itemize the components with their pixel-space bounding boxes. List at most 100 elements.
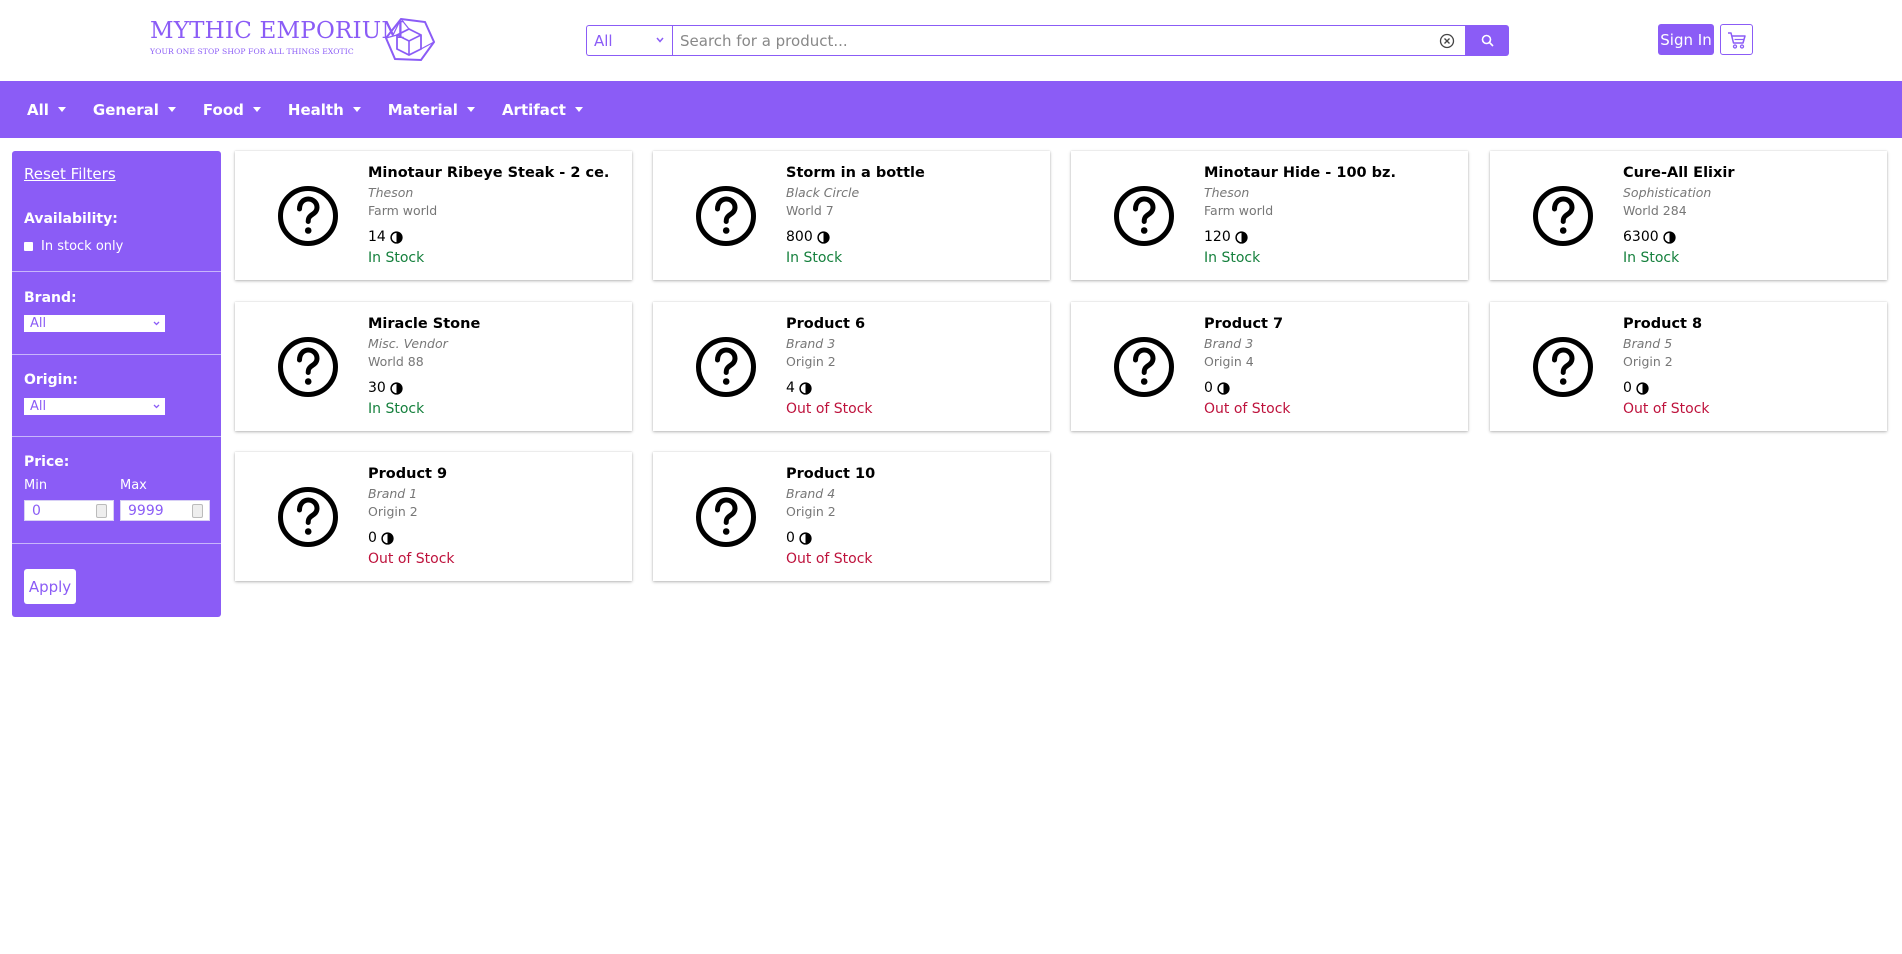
product-name[interactable]: Miracle Stone bbox=[368, 316, 480, 332]
product-price: 4 bbox=[786, 380, 812, 396]
logo-title: MYTHIC EMPORIUM bbox=[150, 18, 406, 44]
caret-down-icon bbox=[352, 107, 361, 112]
product-brand: Brand 4 bbox=[786, 486, 836, 501]
cart-button[interactable] bbox=[1720, 24, 1753, 55]
price-max-label: Max bbox=[120, 478, 147, 493]
product-card[interactable]: Storm in a bottle Black Circle World 7 800 I… bbox=[653, 151, 1050, 280]
search-button[interactable] bbox=[1466, 25, 1509, 56]
category-nav: All General Food Health Material Artifac… bbox=[0, 81, 1902, 138]
product-card[interactable]: Product 10 Brand 4 Origin 2 0 Out of Stock bbox=[653, 452, 1050, 581]
product-name[interactable]: Product 10 bbox=[786, 466, 875, 482]
sign-in-button[interactable]: Sign In bbox=[1658, 24, 1714, 55]
product-brand: Misc. Vendor bbox=[368, 336, 448, 351]
clear-circle-icon[interactable] bbox=[1439, 33, 1455, 49]
nav-item-health[interactable]: Health bbox=[288, 101, 361, 119]
question-mark-icon bbox=[278, 487, 338, 547]
product-name[interactable]: Product 6 bbox=[786, 316, 865, 332]
product-name[interactable]: Minotaur Hide - 100 bz. bbox=[1204, 165, 1396, 181]
price-value: 120 bbox=[1204, 229, 1231, 245]
divider bbox=[12, 436, 221, 437]
price-value: 4 bbox=[786, 380, 795, 396]
price-min-input[interactable]: 0 bbox=[24, 500, 114, 521]
stock-status: Out of Stock bbox=[368, 551, 455, 567]
product-origin: Origin 4 bbox=[1204, 354, 1254, 369]
chevron-down-icon bbox=[153, 321, 160, 326]
nav-item-food[interactable]: Food bbox=[203, 101, 261, 119]
nav-item-label: Food bbox=[202, 100, 244, 119]
divider bbox=[12, 271, 221, 272]
product-origin: Origin 2 bbox=[1623, 354, 1673, 369]
in-stock-checkbox[interactable]: In stock only bbox=[24, 239, 123, 254]
cart-icon bbox=[1727, 31, 1746, 49]
product-brand: Brand 3 bbox=[786, 336, 836, 351]
caret-down-icon bbox=[252, 107, 261, 112]
spinner-icon[interactable] bbox=[96, 504, 107, 518]
stock-status: Out of Stock bbox=[786, 401, 873, 417]
product-card[interactable]: Product 7 Brand 3 Origin 4 0 Out of Stock bbox=[1071, 302, 1468, 431]
product-name[interactable]: Cure-All Elixir bbox=[1623, 165, 1735, 181]
product-card[interactable]: Product 9 Brand 1 Origin 2 0 Out of Stock bbox=[235, 452, 632, 581]
logo[interactable]: MYTHIC EMPORIUM YOUR ONE STOP SHOP FOR A… bbox=[150, 18, 440, 62]
search-input[interactable]: Search for a product... bbox=[672, 25, 1466, 56]
spinner-icon[interactable] bbox=[192, 504, 203, 518]
product-origin: Farm world bbox=[1204, 203, 1274, 218]
nav-item-material[interactable]: Material bbox=[388, 101, 475, 119]
nav-item-label: Health bbox=[287, 100, 344, 119]
product-card[interactable]: Minotaur Hide - 100 bz. Theson Farm world 1… bbox=[1071, 151, 1468, 280]
origin-select[interactable]: All bbox=[24, 398, 165, 415]
product-origin: World 7 bbox=[786, 203, 834, 218]
product-name[interactable]: Product 8 bbox=[1623, 316, 1702, 332]
price-max-input[interactable]: 9999 bbox=[120, 500, 210, 521]
question-mark-icon bbox=[696, 487, 756, 547]
stock-status: In Stock bbox=[1204, 250, 1261, 266]
coin-icon bbox=[381, 531, 394, 545]
reset-filters-link[interactable]: Reset Filters bbox=[24, 165, 116, 183]
nav-item-label: All bbox=[27, 100, 49, 119]
product-price: 0 bbox=[1623, 380, 1649, 396]
product-brand: Sophistication bbox=[1623, 185, 1712, 200]
chevron-down-icon bbox=[656, 37, 664, 43]
price-max-value: 9999 bbox=[128, 502, 164, 519]
nav-item-artifact[interactable]: Artifact bbox=[502, 101, 583, 119]
price-min-label: Min bbox=[24, 478, 48, 493]
product-name[interactable]: Storm in a bottle bbox=[786, 165, 925, 181]
brand-select[interactable]: All bbox=[24, 315, 165, 332]
coin-icon bbox=[1235, 230, 1248, 244]
origin-title: Origin: bbox=[24, 372, 78, 388]
search-placeholder: Search for a product... bbox=[680, 31, 848, 50]
nav-item-general[interactable]: General bbox=[93, 101, 176, 119]
product-origin: World 88 bbox=[368, 354, 424, 369]
product-name[interactable]: Product 7 bbox=[1204, 316, 1283, 332]
checkbox-box[interactable] bbox=[24, 242, 33, 251]
price-value: 6300 bbox=[1623, 229, 1659, 245]
product-card[interactable]: Minotaur Ribeye Steak - 2 ce. Theson Farm … bbox=[235, 151, 632, 280]
product-card[interactable]: Cure-All Elixir Sophistication World 284 63… bbox=[1490, 151, 1887, 280]
chevron-down-icon bbox=[153, 404, 160, 409]
search-category-select[interactable]: All bbox=[586, 25, 672, 56]
product-name[interactable]: Minotaur Ribeye Steak - 2 ce. bbox=[368, 165, 609, 181]
filter-sidebar: Reset Filters Availability: In stock onl… bbox=[12, 151, 221, 617]
caret-down-icon bbox=[167, 107, 176, 112]
question-mark-icon bbox=[278, 186, 338, 246]
product-price: 30 bbox=[368, 380, 403, 396]
product-card[interactable]: Product 8 Brand 5 Origin 2 0 Out of Stock bbox=[1490, 302, 1887, 431]
product-name[interactable]: Product 9 bbox=[368, 466, 447, 482]
stock-status: In Stock bbox=[786, 250, 843, 266]
product-brand: Brand 3 bbox=[1204, 336, 1254, 351]
product-origin: World 284 bbox=[1623, 203, 1687, 218]
caret-down-icon bbox=[57, 107, 66, 112]
coin-icon bbox=[390, 230, 403, 244]
product-brand: Theson bbox=[368, 185, 414, 200]
apply-button[interactable]: Apply bbox=[24, 569, 76, 604]
divider bbox=[12, 354, 221, 355]
caret-down-icon bbox=[466, 107, 475, 112]
product-price: 0 bbox=[368, 530, 394, 546]
nav-item-all[interactable]: All bbox=[27, 101, 66, 119]
cube-icon bbox=[384, 18, 435, 62]
nav-item-label: General bbox=[92, 100, 159, 119]
coin-icon bbox=[390, 381, 403, 395]
product-card[interactable]: Miracle Stone Misc. Vendor World 88 30 In St… bbox=[235, 302, 632, 431]
product-origin: Origin 2 bbox=[786, 504, 836, 519]
nav-item-label: Artifact bbox=[501, 100, 566, 119]
product-card[interactable]: Product 6 Brand 3 Origin 2 4 Out of Stock bbox=[653, 302, 1050, 431]
